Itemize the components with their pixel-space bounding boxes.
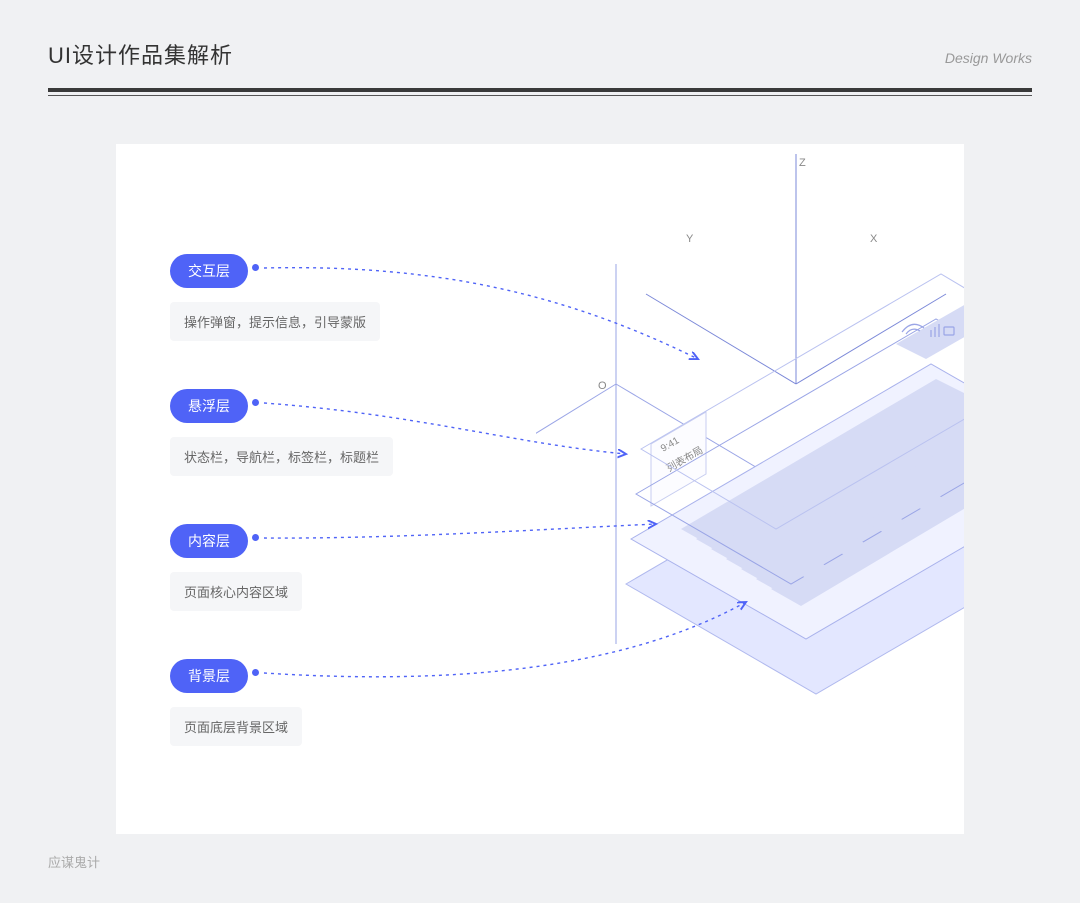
dot-icon bbox=[252, 534, 259, 541]
dot-icon bbox=[252, 669, 259, 676]
axis-z: Z bbox=[799, 157, 806, 169]
layer-float: 悬浮层 状态栏，导航栏，标签栏，标题栏 bbox=[170, 389, 393, 476]
layer-connector bbox=[252, 399, 259, 406]
layer-background: 背景层 页面底层背景区域 bbox=[170, 659, 302, 746]
dot-icon bbox=[252, 399, 259, 406]
layer-connector bbox=[252, 669, 259, 676]
layer-desc: 状态栏，导航栏，标签栏，标题栏 bbox=[170, 437, 393, 476]
page-title: UI设计作品集解析 bbox=[48, 38, 233, 70]
page-subtitle: Design Works bbox=[945, 50, 1032, 66]
layer-name: 内容层 bbox=[188, 531, 230, 551]
divider-thick bbox=[48, 88, 1032, 92]
layer-desc: 页面核心内容区域 bbox=[170, 572, 302, 611]
axis-y: Y bbox=[686, 233, 694, 245]
layer-pill: 交互层 bbox=[170, 254, 248, 288]
layer-desc: 操作弹窗，提示信息，引导蒙版 bbox=[170, 302, 380, 341]
axis-x: X bbox=[870, 233, 878, 245]
layer-name: 悬浮层 bbox=[188, 396, 230, 416]
layer-name: 交互层 bbox=[188, 261, 230, 281]
page-header: UI设计作品集解析 Design Works bbox=[0, 0, 1080, 70]
layer-content: 内容层 页面核心内容区域 bbox=[170, 524, 302, 611]
divider-thin bbox=[48, 95, 1032, 96]
footer-credit: 应谋鬼计 bbox=[48, 852, 100, 871]
diagram-canvas: 交互层 操作弹窗，提示信息，引导蒙版 悬浮层 状态栏，导航栏，标签栏，标题栏 内… bbox=[116, 144, 964, 834]
dot-icon bbox=[252, 264, 259, 271]
layer-connector bbox=[252, 264, 259, 271]
layer-name: 背景层 bbox=[188, 666, 230, 686]
layer-pill: 内容层 bbox=[170, 524, 248, 558]
layer-interaction: 交互层 操作弹窗，提示信息，引导蒙版 bbox=[170, 254, 380, 341]
layer-connector bbox=[252, 534, 259, 541]
layer-pill: 悬浮层 bbox=[170, 389, 248, 423]
layer-pill: 背景层 bbox=[170, 659, 248, 693]
isometric-illustration: Z Y X O bbox=[536, 154, 964, 834]
layer-desc: 页面底层背景区域 bbox=[170, 707, 302, 746]
